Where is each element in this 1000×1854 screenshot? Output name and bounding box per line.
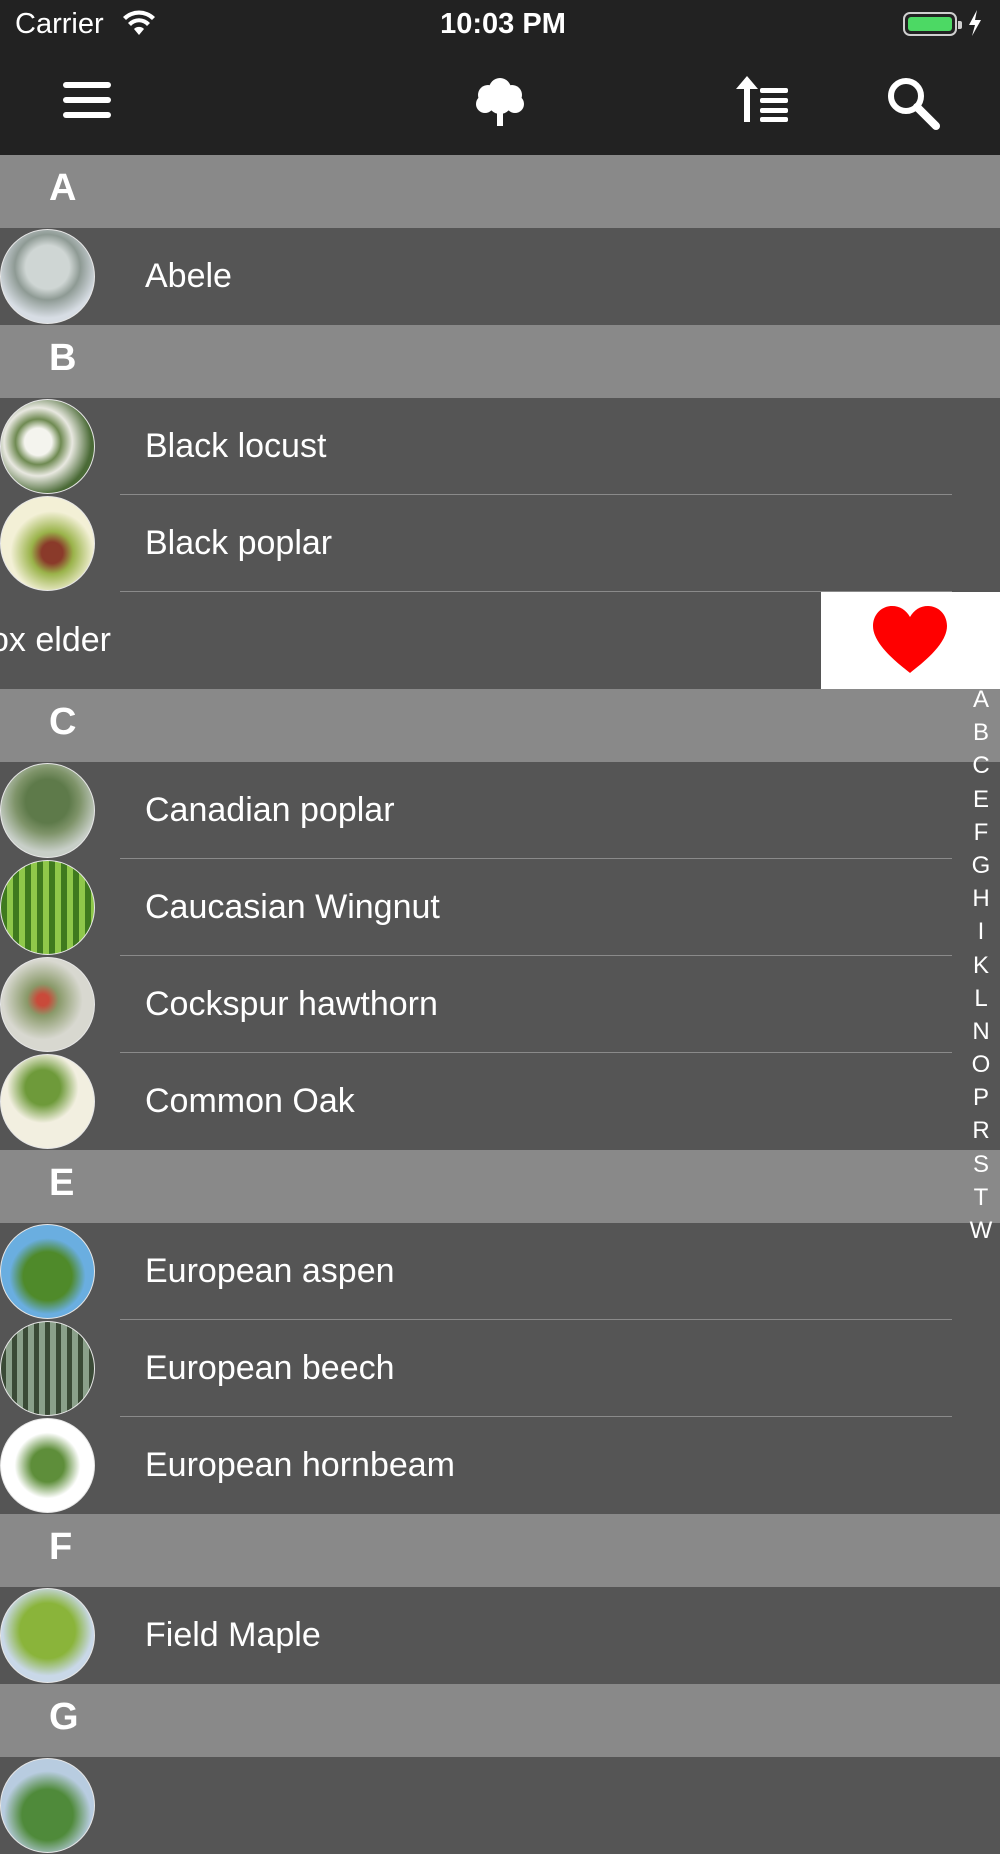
tree-thumbnail: [0, 957, 95, 1052]
list-item[interactable]: Field Maple: [0, 1587, 1000, 1684]
index-letter[interactable]: P: [955, 1081, 1000, 1114]
index-letter[interactable]: H: [955, 882, 1000, 915]
list-item[interactable]: [0, 1757, 1000, 1854]
tree-name: European beech: [145, 1349, 395, 1387]
index-letter[interactable]: G: [955, 849, 1000, 882]
index-letter[interactable]: S: [955, 1148, 1000, 1181]
list-item[interactable]: Caucasian Wingnut: [0, 859, 1000, 956]
index-letter[interactable]: O: [955, 1048, 1000, 1081]
index-letter[interactable]: K: [955, 949, 1000, 982]
tree-name: Black poplar: [145, 524, 333, 562]
tree-thumbnail: [0, 496, 95, 591]
tree-name: Abele: [145, 257, 232, 295]
index-letter[interactable]: T: [955, 1181, 1000, 1214]
tree-thumbnail: [0, 1054, 95, 1149]
tree-name: European aspen: [145, 1252, 395, 1290]
tree-name: Field Maple: [145, 1616, 321, 1654]
list-item[interactable]: European hornbeam: [0, 1417, 1000, 1514]
tree-name: Common Oak: [145, 1082, 355, 1120]
list-item[interactable]: Common Oak: [0, 1053, 1000, 1150]
section-header-a: A: [0, 155, 1000, 228]
list-item[interactable]: Canadian poplar: [0, 762, 1000, 859]
navigation-bar: Carrier 10:03 PM: [0, 0, 1000, 155]
list-item[interactable]: Abele: [0, 228, 1000, 325]
list-item[interactable]: Black poplar: [0, 495, 1000, 592]
tree-name: European hornbeam: [145, 1446, 456, 1484]
tree-thumbnail: [0, 229, 95, 324]
tree-thumbnail: [0, 1321, 95, 1416]
hamburger-menu-icon[interactable]: [63, 81, 111, 119]
list-item[interactable]: European beech: [0, 1320, 1000, 1417]
tree-icon[interactable]: [475, 76, 525, 128]
section-header-b: B: [0, 325, 1000, 398]
list-item[interactable]: European aspen: [0, 1223, 1000, 1320]
index-letter[interactable]: C: [955, 749, 1000, 782]
sort-ascending-icon[interactable]: [736, 76, 790, 124]
tree-thumbnail: [0, 1758, 95, 1853]
tree-thumbnail: [0, 1224, 95, 1319]
tree-thumbnail: [0, 860, 95, 955]
index-letter[interactable]: E: [955, 783, 1000, 816]
tree-name: Black locust: [145, 427, 327, 465]
tree-name: Caucasian Wingnut: [145, 888, 440, 926]
section-header-g: G: [0, 1684, 1000, 1757]
section-header-c: C: [0, 689, 1000, 762]
index-letter[interactable]: A: [955, 683, 1000, 716]
index-letter[interactable]: L: [955, 982, 1000, 1015]
status-time: 10:03 PM: [440, 8, 566, 40]
favorite-button[interactable]: [821, 592, 1000, 689]
index-letter[interactable]: B: [955, 716, 1000, 749]
tree-name: Canadian poplar: [145, 791, 395, 829]
status-bar: Carrier 10:03 PM: [0, 0, 1000, 50]
tree-thumbnail: [0, 763, 95, 858]
section-header-f: F: [0, 1514, 1000, 1587]
search-icon[interactable]: [885, 75, 941, 131]
list-item[interactable]: Black locust: [0, 398, 1000, 495]
index-letter[interactable]: I: [955, 915, 1000, 948]
list-item[interactable]: Cockspur hawthorn: [0, 956, 1000, 1053]
tree-thumbnail: [0, 1418, 95, 1513]
tree-thumbnail: [0, 399, 95, 494]
tree-name: ox elder: [0, 621, 111, 659]
list-item-swiped[interactable]: ox elder: [0, 592, 1000, 689]
heart-icon: [873, 606, 947, 673]
index-letter[interactable]: R: [955, 1114, 1000, 1147]
index-letter[interactable]: F: [955, 816, 1000, 849]
charging-bolt-icon: [969, 10, 981, 36]
section-header-e: E: [0, 1150, 1000, 1223]
index-letter[interactable]: N: [955, 1015, 1000, 1048]
tree-list[interactable]: A Abele B Black locust Black poplar ox e…: [0, 155, 1000, 1854]
section-index[interactable]: A B C E F G H I K L N O P R S T W: [955, 683, 1000, 1247]
tree-thumbnail: [0, 1588, 95, 1683]
battery-icon: [903, 12, 962, 36]
index-letter[interactable]: W: [955, 1214, 1000, 1247]
tree-name: Cockspur hawthorn: [145, 985, 438, 1023]
